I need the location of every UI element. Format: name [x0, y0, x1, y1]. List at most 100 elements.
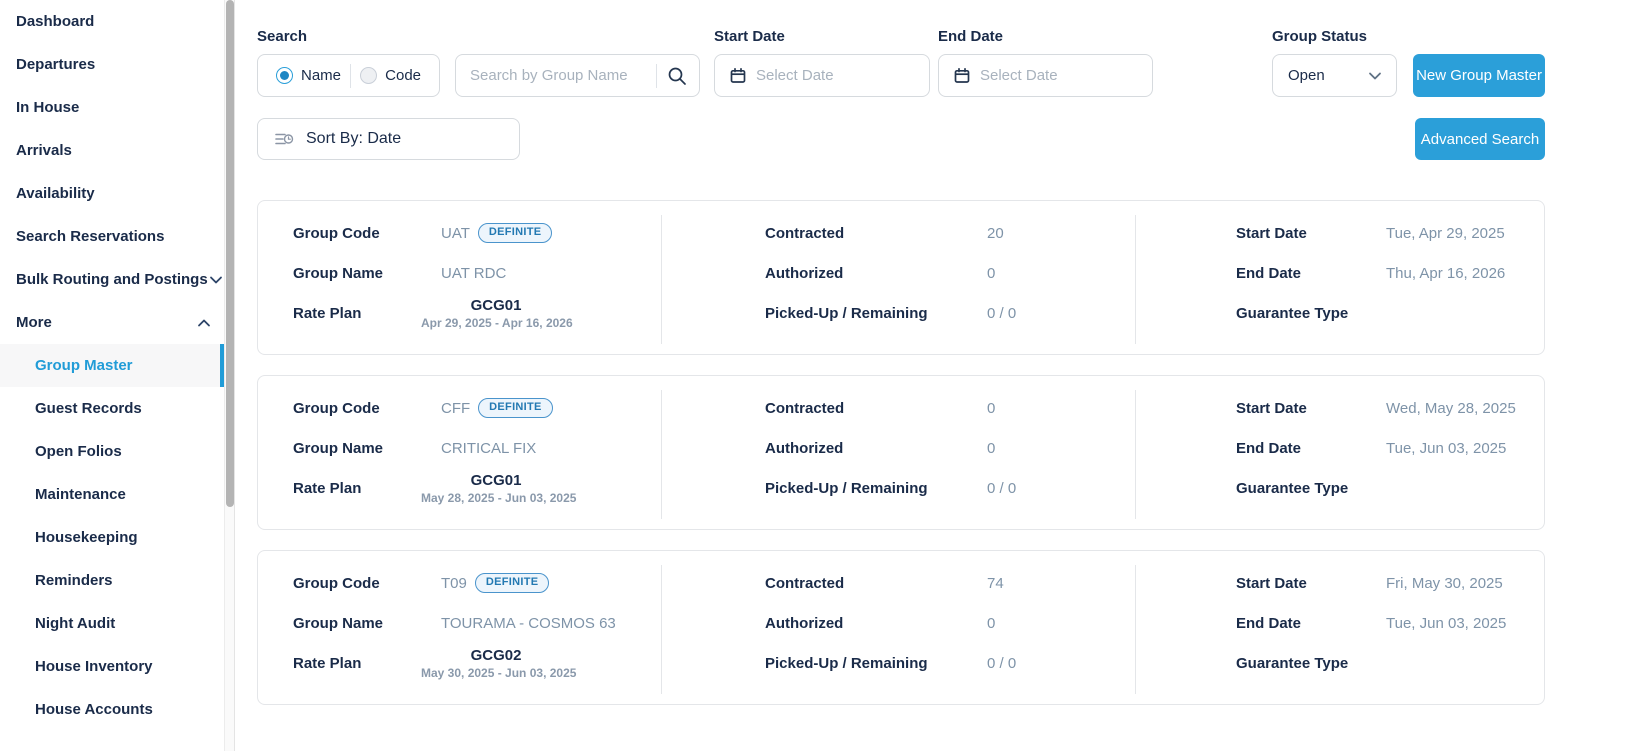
group-card[interactable]: Group Code CFF DEFINITE Group Name CRITI…: [257, 375, 1545, 530]
sidebar-item-housekeeping[interactable]: Housekeeping: [0, 516, 224, 559]
radio-name-icon[interactable]: [276, 67, 293, 84]
end-date-field[interactable]: Select Date: [938, 54, 1153, 97]
sidebar-item-house-inventory[interactable]: House Inventory: [0, 645, 224, 688]
status-badge: DEFINITE: [474, 573, 550, 593]
search-icon[interactable]: [667, 66, 687, 86]
group-card[interactable]: Group Code UAT DEFINITE Group Name UAT R…: [257, 200, 1545, 355]
sidebar-item-reminders[interactable]: Reminders: [0, 559, 224, 602]
rate-plan-code: GCG02: [470, 646, 522, 664]
new-group-master-button[interactable]: New Group Master: [1413, 54, 1545, 97]
authorized-label: Authorized: [765, 614, 844, 632]
group-name-label: Group Name: [293, 614, 384, 632]
sidebar-item-dashboard[interactable]: Dashboard: [0, 0, 224, 43]
radio-name[interactable]: Name: [276, 67, 341, 84]
sidebar-item-bulk-routing-and-postings[interactable]: Bulk Routing and Postings: [0, 258, 224, 301]
sidebar-item-in-house[interactable]: In House: [0, 86, 224, 129]
authorized-value: 0: [987, 614, 996, 632]
sidebar-item-more[interactable]: More: [0, 301, 224, 344]
sidebar-item-label: In House: [16, 99, 80, 116]
picked-up-remaining-value: 0 / 0: [987, 654, 1017, 672]
calendar-icon: [953, 67, 971, 85]
group-name-value: CRITICAL FIX: [441, 439, 537, 457]
sidebar-item-guest-records[interactable]: Guest Records: [0, 387, 224, 430]
end-date-field-group: End Date Select Date: [938, 28, 1153, 97]
sidebar-item-night-audit[interactable]: Night Audit: [0, 602, 224, 645]
radio-code[interactable]: Code: [360, 67, 421, 84]
sidebar-scrollbar-thumb[interactable]: [226, 0, 234, 507]
sidebar-item-label: House Accounts: [35, 701, 153, 718]
calendar-icon: [729, 67, 747, 85]
sidebar-item-search-reservations[interactable]: Search Reservations: [0, 215, 224, 258]
sidebar-item-label: Reminders: [35, 572, 113, 589]
contracted-label: Contracted: [765, 399, 845, 417]
sort-by-button[interactable]: Sort By: Date: [257, 118, 520, 160]
contracted-label: Contracted: [765, 574, 845, 592]
picked-up-remaining-label: Picked-Up / Remaining: [765, 654, 928, 672]
authorized-value: 0: [987, 439, 996, 457]
sidebar-item-label: Guest Records: [35, 400, 142, 417]
search-divider: [656, 63, 657, 88]
sidebar-item-label: Availability: [16, 185, 95, 202]
sidebar-item-label: Open Folios: [35, 443, 122, 460]
authorized-label: Authorized: [765, 264, 844, 282]
group-code-value: CFF: [441, 399, 471, 417]
authorized-label: Authorized: [765, 439, 844, 457]
guarantee-type-label: Guarantee Type: [1236, 654, 1349, 672]
sidebar-item-availability[interactable]: Availability: [0, 172, 224, 215]
sidebar-item-departures[interactable]: Departures: [0, 43, 224, 86]
start-date-row-label: Start Date: [1236, 399, 1307, 417]
group-code-value: UAT: [441, 224, 470, 242]
sidebar-item-label: Group Master: [35, 357, 133, 374]
group-code-value: T09: [441, 574, 467, 592]
rate-plan-label: Rate Plan: [293, 654, 362, 672]
radio-divider: [350, 63, 352, 88]
group-code-label: Group Code: [293, 574, 380, 592]
chevron-down-icon: [208, 272, 224, 288]
contracted-value: 20: [987, 224, 1004, 242]
group-search-input[interactable]: [470, 67, 646, 84]
chevron-down-icon: [1367, 68, 1383, 84]
group-name-value: UAT RDC: [441, 264, 507, 282]
start-date-value: Wed, May 28, 2025: [1386, 399, 1516, 417]
status-badge: DEFINITE: [478, 398, 553, 418]
group-card[interactable]: Group Code T09 DEFINITE Group Name TOURA…: [257, 550, 1545, 705]
contracted-value: 74: [987, 574, 1004, 592]
sidebar-item-label: Bulk Routing and Postings: [16, 271, 208, 288]
picked-up-remaining-value: 0 / 0: [987, 479, 1017, 497]
rate-plan-code: GCG01: [470, 471, 522, 489]
status-badge: DEFINITE: [477, 223, 553, 243]
start-date-row-label: Start Date: [1236, 224, 1307, 242]
contracted-label: Contracted: [765, 224, 845, 242]
sidebar-item-label: Dashboard: [16, 13, 95, 30]
end-date-value: Thu, Apr 16, 2026: [1386, 264, 1506, 282]
filter-row: Search Name Code Search by Group Name St…: [257, 28, 1545, 97]
group-status-select[interactable]: Open: [1272, 54, 1397, 97]
end-date-row-label: End Date: [1236, 264, 1302, 282]
sidebar-item-label: Maintenance: [35, 486, 126, 503]
contracted-value: 0: [987, 399, 996, 417]
sidebar-item-group-master[interactable]: Group Master: [0, 344, 224, 387]
sidebar-item-label: Search Reservations: [16, 228, 165, 245]
rate-plan-label: Rate Plan: [293, 479, 362, 497]
sidebar-item-label: House Inventory: [35, 658, 153, 675]
radio-name-label: Name: [301, 67, 342, 84]
sidebar-item-house-accounts[interactable]: House Accounts: [0, 688, 224, 731]
advanced-search-button[interactable]: Advanced Search: [1415, 118, 1545, 160]
group-status-value: Open: [1288, 67, 1325, 84]
guarantee-type-label: Guarantee Type: [1236, 304, 1349, 322]
rate-plan-dates: Apr 29, 2025 - Apr 16, 2026: [421, 315, 573, 330]
end-date-value: Tue, Jun 03, 2025: [1386, 439, 1507, 457]
sidebar-item-open-folios[interactable]: Open Folios: [0, 430, 224, 473]
picked-up-remaining-label: Picked-Up / Remaining: [765, 304, 928, 322]
end-date-label: End Date: [938, 28, 1004, 45]
sidebar-scrollbar-track: [224, 0, 235, 751]
group-name-label: Group Name: [293, 439, 384, 457]
start-date-field[interactable]: Select Date: [714, 54, 930, 97]
sidebar-item-maintenance[interactable]: Maintenance: [0, 473, 224, 516]
sidebar-item-arrivals[interactable]: Arrivals: [0, 129, 224, 172]
start-date-row-label: Start Date: [1236, 574, 1307, 592]
radio-code-label: Code: [385, 67, 421, 84]
toolbar-row: Sort By: Date Advanced Search: [257, 118, 1545, 160]
radio-code-icon[interactable]: [360, 67, 378, 84]
rate-plan-dates: May 30, 2025 - Jun 03, 2025: [421, 665, 577, 680]
